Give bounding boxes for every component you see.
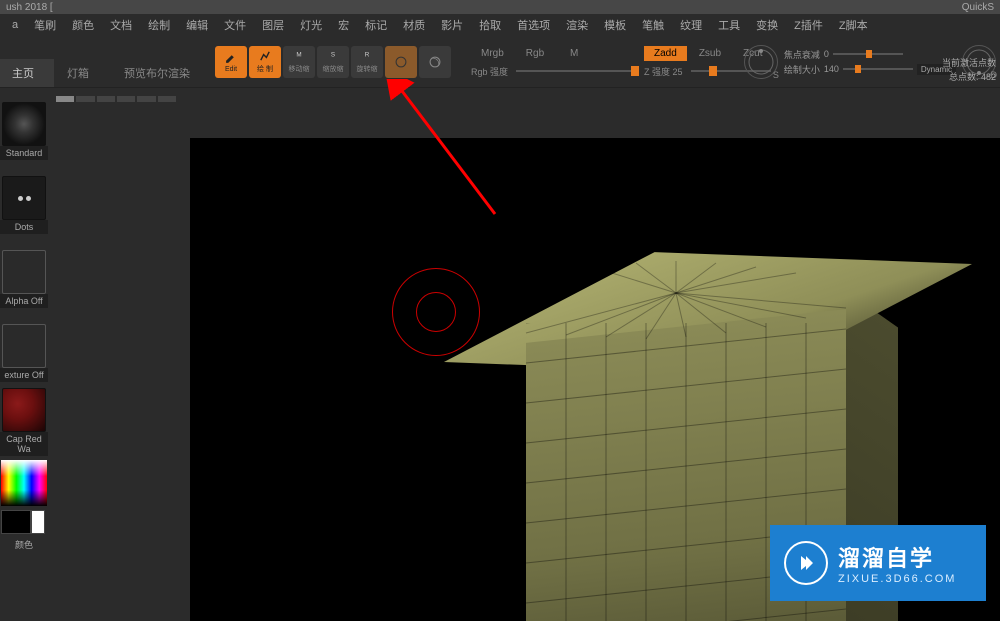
- tab-home[interactable]: 主页: [0, 59, 55, 87]
- menu-texture[interactable]: 纹理: [672, 13, 710, 37]
- alpha-slot[interactable]: Alpha Off: [0, 236, 48, 308]
- menu-light[interactable]: 灯光: [292, 13, 330, 37]
- rgb-intensity-label: Rgb 强度: [471, 65, 508, 78]
- stroke-slot-dots[interactable]: Dots: [0, 162, 48, 234]
- draw-size-value: 140: [824, 64, 839, 74]
- draw-button[interactable]: 绘 制: [249, 46, 281, 78]
- watermark-title: 溜溜自学: [838, 541, 956, 573]
- material-preview-icon: [2, 388, 46, 432]
- menu-document[interactable]: 文档: [102, 13, 140, 37]
- rotate-label: 旋转缩: [357, 64, 378, 74]
- texture-slot[interactable]: exture Off: [0, 310, 48, 382]
- rotate-button[interactable]: R 旋转缩: [351, 46, 383, 78]
- edit-label: Edit: [225, 66, 237, 73]
- mrgb-button[interactable]: Mrgb: [471, 46, 514, 61]
- draw-size-label: 绘制大小: [784, 63, 820, 76]
- sphere-brown-button[interactable]: [385, 46, 417, 78]
- title-right: QuickS: [962, 2, 994, 13]
- menu-render[interactable]: 渲染: [558, 13, 596, 37]
- rgb-intensity-slider[interactable]: [516, 70, 636, 72]
- menu-zplugin[interactable]: Z插件: [786, 13, 831, 37]
- scale-button[interactable]: S 缩放缩: [317, 46, 349, 78]
- mode-toggle-group: Mrgb Rgb M Rgb 强度 Zadd Zsub Zcut Z 强度 25: [471, 46, 773, 78]
- watermark: 溜溜自学 ZIXUE.3D66.COM: [770, 525, 986, 601]
- color-picker[interactable]: [1, 460, 47, 506]
- svg-text:S: S: [331, 52, 335, 59]
- focal-shift-slider[interactable]: [833, 53, 903, 55]
- sphere-dark-button[interactable]: [419, 46, 451, 78]
- menu-alpha[interactable]: a: [4, 15, 26, 35]
- dial-s-label: S: [773, 70, 779, 80]
- edit-button[interactable]: Edit: [215, 46, 247, 78]
- toolbar: 主页 灯箱 预览布尔渲染 Edit 绘 制 M 移动缩 S 缩放缩 R 旋转缩: [0, 36, 1000, 88]
- watermark-url: ZIXUE.3D66.COM: [838, 573, 956, 585]
- brush-preview-icon: [2, 102, 46, 146]
- color-swatches: [1, 510, 47, 534]
- dial-icon: [746, 47, 776, 77]
- move-button[interactable]: M 移动缩: [283, 46, 315, 78]
- watermark-play-icon: [784, 541, 828, 585]
- material-label: Cap Red Wa: [0, 432, 48, 456]
- menu-transform[interactable]: 变换: [748, 13, 786, 37]
- total-points-label: 总点数:: [949, 72, 979, 82]
- zadd-button[interactable]: Zadd: [644, 46, 687, 61]
- menu-file[interactable]: 文件: [216, 13, 254, 37]
- focal-shift-label: 焦点衰减: [784, 48, 820, 61]
- main-color-swatch[interactable]: [1, 510, 31, 534]
- menu-brush[interactable]: 笔刷: [26, 13, 64, 37]
- focal-shift-value: 0: [824, 49, 829, 59]
- menu-stencil[interactable]: 模板: [596, 13, 634, 37]
- menu-layer[interactable]: 图层: [254, 13, 292, 37]
- wireframe-top-icon: [476, 253, 896, 373]
- title-left: ush 2018 [: [6, 2, 53, 13]
- texture-preview-icon: [2, 324, 46, 368]
- menu-tool[interactable]: 工具: [710, 13, 748, 37]
- stats-area: 当前激活点数 总点数: 482: [942, 56, 996, 84]
- alpha-label: Alpha Off: [0, 294, 48, 308]
- rgb-button[interactable]: Rgb: [516, 46, 554, 61]
- total-points-value: 482: [981, 72, 996, 82]
- menu-material[interactable]: 材质: [395, 13, 433, 37]
- svg-text:M: M: [296, 52, 301, 59]
- draw-size-slider[interactable]: [843, 68, 913, 70]
- texture-label: exture Off: [0, 368, 48, 382]
- brush-slot-standard[interactable]: Standard: [0, 88, 48, 160]
- title-bar: ush 2018 [ QuickS: [0, 0, 1000, 14]
- menu-marker[interactable]: 标记: [357, 13, 395, 37]
- menu-movie[interactable]: 影片: [433, 13, 471, 37]
- menu-bar: a 笔刷 颜色 文档 绘制 编辑 文件 图层 灯光 宏 标记 材质 影片 拾取 …: [0, 14, 1000, 36]
- tab-preview-bool-render[interactable]: 预览布尔渲染: [110, 59, 205, 87]
- menu-color[interactable]: 颜色: [64, 13, 102, 37]
- menu-stroke[interactable]: 笔触: [634, 13, 672, 37]
- menu-preferences[interactable]: 首选项: [509, 13, 558, 37]
- z-intensity-label: Z 强度 25: [644, 65, 683, 78]
- tab-lightbox[interactable]: 灯箱: [55, 59, 110, 87]
- menu-picker[interactable]: 拾取: [471, 13, 509, 37]
- zsub-button[interactable]: Zsub: [689, 46, 731, 61]
- color-section-label: 颜色: [0, 536, 48, 553]
- secondary-color-swatch[interactable]: [31, 510, 45, 534]
- focal-dial[interactable]: S: [744, 45, 778, 79]
- active-points-label: 当前激活点数: [942, 56, 996, 70]
- tab-area: 主页 灯箱 预览布尔渲染: [0, 36, 205, 87]
- tool-button-group: Edit 绘 制 M 移动缩 S 缩放缩 R 旋转缩: [215, 46, 451, 78]
- move-label: 移动缩: [289, 64, 310, 74]
- menu-macro[interactable]: 宏: [330, 13, 357, 37]
- menu-draw[interactable]: 绘制: [140, 13, 178, 37]
- svg-text:R: R: [365, 52, 370, 59]
- history-strip[interactable]: [56, 96, 176, 104]
- brush-label-standard: Standard: [0, 146, 48, 160]
- draw-label: 绘 制: [257, 64, 273, 74]
- left-sidebar: Standard Dots Alpha Off exture Off Cap R…: [0, 88, 48, 553]
- alpha-preview-icon: [2, 250, 46, 294]
- menu-edit[interactable]: 编辑: [178, 13, 216, 37]
- m-button[interactable]: M: [556, 46, 592, 61]
- dots-preview-icon: [2, 176, 46, 220]
- stroke-label-dots: Dots: [0, 220, 48, 234]
- material-slot[interactable]: Cap Red Wa: [0, 384, 48, 456]
- menu-zscript[interactable]: Z脚本: [831, 13, 876, 37]
- scale-label: 缩放缩: [323, 64, 344, 74]
